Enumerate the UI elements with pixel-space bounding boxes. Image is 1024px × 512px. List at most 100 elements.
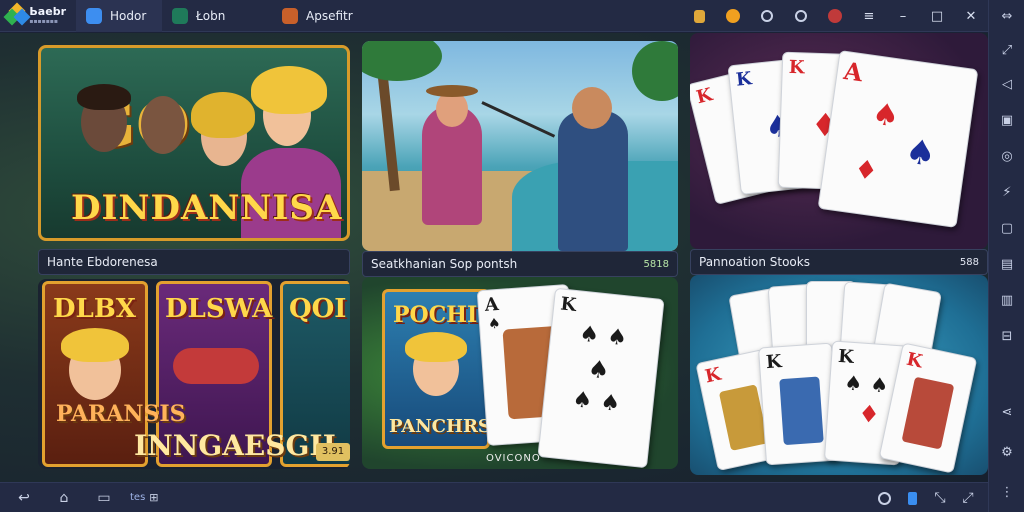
tab-hodor[interactable]: Hodor [76,0,162,32]
apk-button[interactable]: ▤ [989,250,1024,278]
gamepad-icon [877,491,891,505]
character-hair [61,328,129,362]
playing-card: K ♠ ♠ ♠ ♠ ♠ [537,287,665,469]
game-tile-6[interactable]: K K K ♠ ♦ ♠ K [690,275,988,475]
tab-label: Apsefitr [306,8,353,23]
account-button[interactable] [818,0,852,32]
notification-button[interactable] [682,0,716,32]
character-avatar [141,96,185,154]
tab-home[interactable]: Ьaebr ▪▪▪▪▪▪▪ [0,0,76,32]
keyboard-icon: ▣ [1000,112,1014,128]
back-button[interactable]: ↩ [4,483,44,512]
task-button[interactable]: tes ⊞ [124,483,165,512]
recents-button[interactable]: ▭ [84,483,124,512]
promo-title: INNGAESGH [134,429,336,462]
tab-apsefitr[interactable]: Apsefitr [272,0,372,32]
palm-leaves [632,41,678,101]
card-portrait [779,376,824,446]
phone-icon [907,491,917,505]
close-button[interactable]: ✕ [954,0,988,32]
home-button[interactable]: ⌂ [44,483,84,512]
chat-app-icon [86,7,102,24]
card-rank: K [904,348,925,373]
character-man [558,111,628,251]
shake-button[interactable]: ⚡ [989,178,1024,206]
coin-button[interactable] [716,0,750,32]
tab-label: Łobn [196,8,226,23]
card-rank: K [837,345,855,369]
bottom-right-controls: ⤡ ⤢ [870,483,982,512]
speaker-icon: ◁ [1002,76,1012,92]
maximize-button[interactable]: □ [920,0,954,32]
game-title: Hante Ebdorenesa [47,255,158,269]
game-card-art: POCHI PANCHRS [382,289,491,449]
slot-symbol [173,348,259,384]
game-tile-5[interactable]: POCHI PANCHRS A ♠ K ♠ ♠ ♠ ♠ ♠ OVICONO [362,277,678,469]
menu-button[interactable]: ≡ [852,0,886,32]
palm-leaves [362,41,442,81]
more-icon: ⋮ [1000,484,1014,500]
keyboard-button[interactable]: ▣ [989,106,1024,134]
back-arrow-icon: ↩ [18,489,30,506]
help-button[interactable] [784,0,818,32]
more-button[interactable]: ⋮ [989,478,1024,506]
apk-icon: ▤ [1000,256,1014,272]
phone-button[interactable] [898,483,926,512]
playing-card: A ♠ ♠ ♦ [817,50,979,228]
media-button[interactable]: ▥ [989,286,1024,314]
game-title: Pannoation Stooks [699,255,810,269]
help-icon [795,10,807,22]
hamburger-icon: ≡ [863,8,875,24]
screenshot-button[interactable]: ▢ [989,214,1024,242]
promo-subtitle: PARANSIS [56,401,186,427]
record-button[interactable] [750,0,784,32]
game-tile-1[interactable]: GO DINDANNISA [38,45,350,241]
slot-title: DLSWA [165,294,273,324]
score-badge: 3.91 [316,443,350,461]
home-icon: ⌂ [59,489,69,506]
game-caption-1[interactable]: Hante Ebdorenesa [38,249,350,275]
tile-subtitle: OVICONO [486,453,541,464]
game-tile-2[interactable] [362,41,678,251]
emulator-window: GO DINDANNISA Hante Ebdorenesa Seatkhani… [0,0,1024,512]
settings-button[interactable]: ⚙ [989,438,1024,466]
shake-icon: ⚡ [1002,184,1012,200]
volume-button[interactable]: ◁ [989,70,1024,98]
close-icon: ✕ [965,8,977,24]
slot-title: QOI [289,294,347,324]
game-caption-2[interactable]: Seatkhanian Sop pontsh 5818 [362,251,678,277]
fullscreen-icon: ⤢ [1001,42,1013,58]
fullscreen-button[interactable]: ⤢ [989,36,1024,64]
resize-button[interactable]: ⤡ [926,483,954,512]
navigation-bar: ↩ ⌂ ▭ tes ⊞ ⤡ ⤢ [0,482,988,512]
slot-title: DLBX [53,294,136,324]
character-hair [405,332,467,362]
screenshot-icon: ▢ [1000,220,1014,236]
collapse-arrows-icon: ⇔ [1001,8,1013,24]
tab-label: Ьaebr [29,5,66,18]
record-icon [761,10,773,22]
tab-lobn[interactable]: Łobn [162,0,272,32]
share-button[interactable]: ⋖ [989,398,1024,426]
recents-icon: ▭ [97,489,111,506]
game-tile-4[interactable]: DLBX DLSWA QOI PARANSIS INNGAESGH 3.91 [38,279,350,469]
expand-icon: ⤢ [962,490,974,506]
diamond-logo-icon [3,2,31,27]
game-tile-3[interactable]: K♦ K♠ K♦ A ♠ ♠ ♦ [690,33,988,249]
game-count: 5818 [643,258,669,270]
location-button[interactable]: ◎ [989,142,1024,170]
minimize-button[interactable]: – [886,0,920,32]
task-label: tes [130,492,146,503]
game-art-title: DINDANNISA [71,188,343,228]
macro-button[interactable]: ⊟ [989,322,1024,350]
game-caption-3[interactable]: Pannoation Stooks 588 [690,249,988,275]
hat [426,85,478,97]
game-title: Seatkhanian Sop pontsh [371,257,518,271]
location-icon: ◎ [1001,148,1013,164]
title-bar-controls: ≡ – □ ✕ [682,0,988,32]
fullscreen-toggle-button[interactable]: ⤢ [954,483,982,512]
tab-label: Hodor [110,8,147,23]
fishing-rod [481,101,556,138]
gamepad-button[interactable] [870,483,898,512]
expand-sidebar-button[interactable]: ⇔ [989,2,1024,30]
